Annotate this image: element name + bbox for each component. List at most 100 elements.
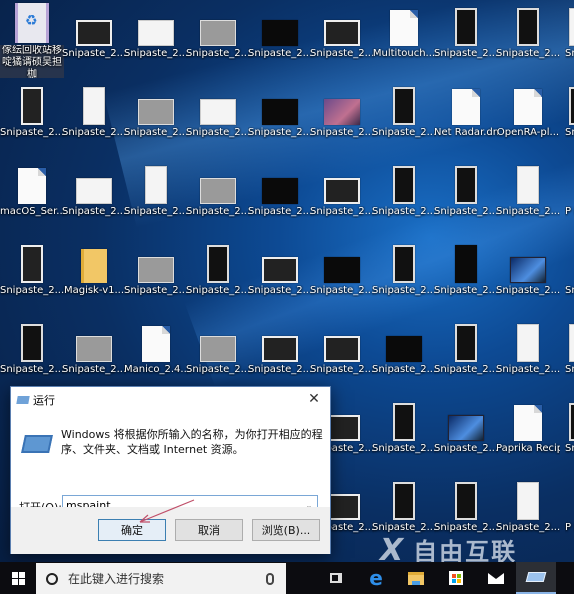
- image-thumbnail-icon: [569, 8, 574, 46]
- desktop-icon-label: Snipaste_2...: [124, 48, 188, 59]
- edge-button[interactable]: e: [356, 562, 396, 594]
- desktop-icon[interactable]: Snipaste_2...: [310, 2, 374, 78]
- image-thumbnail-icon: [262, 178, 298, 204]
- desktop-icon[interactable]: Snipaste_2...: [186, 160, 250, 236]
- mail-button[interactable]: [476, 562, 516, 594]
- desktop-icon[interactable]: Snipaste_2...: [186, 239, 250, 315]
- desktop-icon[interactable]: Snipaste_2...: [310, 81, 374, 157]
- desktop-icon-label: Snipaste_2...: [434, 285, 498, 296]
- search-box[interactable]: 在此键入进行搜索: [36, 563, 286, 594]
- image-thumbnail-icon: [455, 482, 477, 520]
- image-thumbnail-icon: [200, 99, 236, 125]
- desktop-icon-label: Snipaste_2...: [434, 522, 498, 533]
- desktop-icon[interactable]: Snipaste_2...: [310, 160, 374, 236]
- desktop-icon[interactable]: Net Radar.dmg: [434, 81, 498, 157]
- image-thumbnail-icon: [76, 336, 112, 362]
- desktop-icon[interactable]: P NT: [548, 476, 574, 552]
- run-dialog-message: Windows 将根据你所输入的名称，为你打开相应的程序、文件夹、文档或 Int…: [61, 428, 323, 456]
- desktop-icon[interactable]: Sni: [548, 397, 574, 473]
- image-thumbnail-icon: [324, 99, 360, 125]
- image-thumbnail-icon: [138, 99, 174, 125]
- desktop-icon[interactable]: Snipaste_2...: [372, 318, 436, 394]
- ok-button[interactable]: 确定: [98, 519, 166, 541]
- desktop-icon[interactable]: Magisk-v1...: [62, 239, 126, 315]
- desktop-icon-label: Snipaste_2...: [310, 127, 374, 138]
- desktop-icon[interactable]: Snipaste_2...: [124, 2, 188, 78]
- desktop-icon-label: Snipaste_2...: [62, 206, 126, 217]
- run-dialog: 运行 ✕ Windows 将根据你所输入的名称，为你打开相应的程序、文件夹、文档…: [10, 386, 331, 554]
- close-icon[interactable]: ✕: [306, 391, 322, 407]
- image-thumbnail-icon: [324, 20, 360, 46]
- desktop-icon[interactable]: Snipaste_2...: [62, 81, 126, 157]
- desktop-icon[interactable]: P Ha: [548, 160, 574, 236]
- desktop-icon[interactable]: Snipaste_2...: [434, 476, 498, 552]
- file-icon: [142, 326, 170, 362]
- image-thumbnail-icon: [262, 20, 298, 46]
- browse-button[interactable]: 浏览(B)...: [252, 519, 320, 541]
- desktop-icon[interactable]: Sni: [548, 2, 574, 78]
- desktop-icon[interactable]: Snipaste_2...: [248, 318, 312, 394]
- desktop-icon[interactable]: Snipaste_2...: [372, 239, 436, 315]
- file-icon: [452, 89, 480, 125]
- image-thumbnail-icon: [517, 8, 539, 46]
- desktop-icon[interactable]: Snipaste_2...: [434, 160, 498, 236]
- desktop-icon[interactable]: Snipaste_2...: [434, 239, 498, 315]
- file-explorer-icon: [408, 571, 424, 585]
- desktop-icon[interactable]: Snipaste_2...: [372, 81, 436, 157]
- desktop-icon[interactable]: Snipaste_2...: [434, 397, 498, 473]
- desktop-icon[interactable]: Snipaste_2...: [124, 81, 188, 157]
- image-thumbnail-icon: [145, 166, 167, 204]
- desktop-icon[interactable]: Snipaste_2...: [248, 160, 312, 236]
- desktop-icon-label: Net Radar.dmg: [434, 127, 498, 138]
- cancel-button[interactable]: 取消: [175, 519, 243, 541]
- image-thumbnail-icon: [324, 257, 360, 283]
- desktop-icon[interactable]: Snipaste_2...: [310, 318, 374, 394]
- desktop-icon[interactable]: Sni: [548, 81, 574, 157]
- image-thumbnail-icon: [393, 166, 415, 204]
- desktop-icon[interactable]: Snipaste_2...: [186, 81, 250, 157]
- run-dialog-titlebar[interactable]: 运行: [11, 387, 330, 413]
- desktop-icon[interactable]: Snipaste_2...: [0, 239, 64, 315]
- desktop-icon-label: Snipaste_2...: [124, 127, 188, 138]
- desktop-icon[interactable]: Snipaste_2...: [434, 318, 498, 394]
- desktop-icon[interactable]: Sni: [548, 318, 574, 394]
- desktop-icon[interactable]: Snipaste_2...: [248, 2, 312, 78]
- store-button[interactable]: [436, 562, 476, 594]
- desktop-icon[interactable]: Snipaste_2...: [372, 160, 436, 236]
- desktop-icon-label: Snipaste_2...: [372, 285, 436, 296]
- desktop-icon[interactable]: Snipaste_2...: [310, 239, 374, 315]
- desktop-icon[interactable]: Snipaste_2...: [434, 2, 498, 78]
- desktop-icon[interactable]: Snipaste_2...: [62, 2, 126, 78]
- desktop-icon[interactable]: Snipaste_2...: [0, 318, 64, 394]
- desktop-icon[interactable]: Snipaste_2...: [372, 476, 436, 552]
- desktop-icon[interactable]: Snipaste_2...: [186, 318, 250, 394]
- desktop-icon[interactable]: Snipaste_2...: [0, 81, 64, 157]
- desktop-icon[interactable]: Snipaste_2...: [248, 81, 312, 157]
- desktop-icon[interactable]: Snipaste_2...: [372, 397, 436, 473]
- desktop-icon[interactable]: Snipaste_2...: [186, 2, 250, 78]
- image-thumbnail-icon: [207, 245, 229, 283]
- cortana-icon[interactable]: [46, 572, 58, 585]
- desktop-icon-recycle-bin[interactable]: 傢纭回收站移 啶獝谞硕吴担枷: [0, 2, 64, 78]
- file-explorer-button[interactable]: [396, 562, 436, 594]
- run-taskbar-button[interactable]: [516, 562, 556, 594]
- zip-folder-icon: [81, 249, 107, 283]
- desktop-icon[interactable]: Snipaste_2...: [124, 239, 188, 315]
- desktop-icon[interactable]: Sni: [548, 239, 574, 315]
- microphone-icon[interactable]: [266, 572, 274, 585]
- image-thumbnail-icon: [21, 87, 43, 125]
- desktop-icon-label: Sni: [565, 48, 574, 59]
- desktop-icon[interactable]: macOS_Ser...: [0, 160, 64, 236]
- desktop-icon-label: Snipaste_2...: [62, 127, 126, 138]
- task-view-button[interactable]: [316, 562, 356, 594]
- desktop-icon[interactable]: Snipaste_2...: [62, 318, 126, 394]
- desktop-icon[interactable]: Manico_2.4...: [124, 318, 188, 394]
- desktop-icon[interactable]: Snipaste_2...: [62, 160, 126, 236]
- desktop-icon[interactable]: Multitouch...: [372, 2, 436, 78]
- image-thumbnail-icon: [517, 324, 539, 362]
- start-button[interactable]: [0, 562, 36, 594]
- desktop-icon[interactable]: Snipaste_2...: [124, 160, 188, 236]
- image-thumbnail-icon: [455, 245, 477, 283]
- desktop-icon[interactable]: Snipaste_2...: [248, 239, 312, 315]
- image-thumbnail-icon: [569, 403, 574, 441]
